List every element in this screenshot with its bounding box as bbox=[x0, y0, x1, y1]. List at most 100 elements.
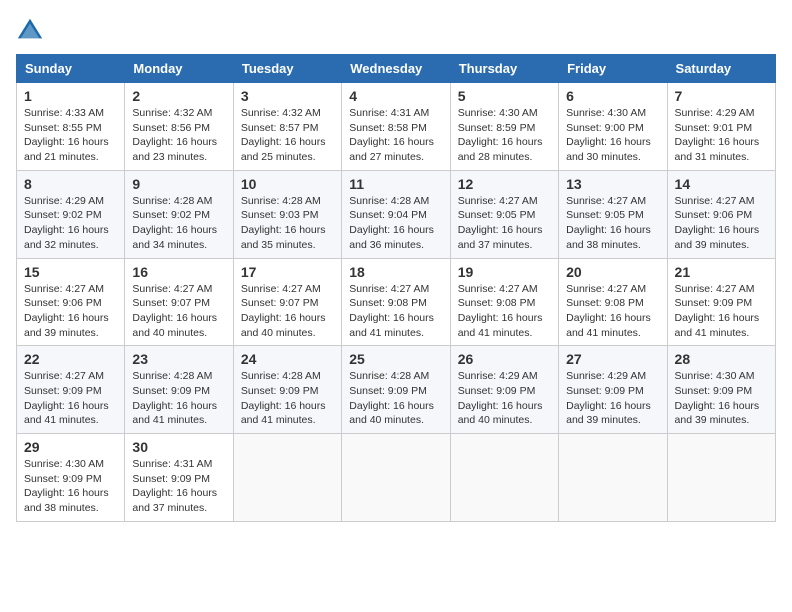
day-detail: Sunrise: 4:27 AM Sunset: 9:09 PM Dayligh… bbox=[24, 369, 117, 428]
calendar-cell: 5 Sunrise: 4:30 AM Sunset: 8:59 PM Dayli… bbox=[450, 83, 558, 171]
calendar-cell: 11 Sunrise: 4:28 AM Sunset: 9:04 PM Dayl… bbox=[342, 170, 450, 258]
day-detail: Sunrise: 4:29 AM Sunset: 9:01 PM Dayligh… bbox=[675, 106, 768, 165]
column-header-monday: Monday bbox=[125, 55, 233, 83]
calendar-table: SundayMondayTuesdayWednesdayThursdayFrid… bbox=[16, 54, 776, 522]
day-number: 21 bbox=[675, 264, 768, 280]
day-detail: Sunrise: 4:27 AM Sunset: 9:07 PM Dayligh… bbox=[241, 282, 334, 341]
day-number: 14 bbox=[675, 176, 768, 192]
day-number: 25 bbox=[349, 351, 442, 367]
day-number: 12 bbox=[458, 176, 551, 192]
day-number: 13 bbox=[566, 176, 659, 192]
column-header-tuesday: Tuesday bbox=[233, 55, 341, 83]
column-header-wednesday: Wednesday bbox=[342, 55, 450, 83]
calendar-cell: 10 Sunrise: 4:28 AM Sunset: 9:03 PM Dayl… bbox=[233, 170, 341, 258]
day-number: 17 bbox=[241, 264, 334, 280]
calendar-cell: 20 Sunrise: 4:27 AM Sunset: 9:08 PM Dayl… bbox=[559, 258, 667, 346]
day-number: 20 bbox=[566, 264, 659, 280]
day-detail: Sunrise: 4:33 AM Sunset: 8:55 PM Dayligh… bbox=[24, 106, 117, 165]
calendar-cell bbox=[559, 434, 667, 522]
logo-icon bbox=[16, 16, 44, 44]
day-number: 4 bbox=[349, 88, 442, 104]
day-detail: Sunrise: 4:31 AM Sunset: 8:58 PM Dayligh… bbox=[349, 106, 442, 165]
column-header-friday: Friday bbox=[559, 55, 667, 83]
day-number: 9 bbox=[132, 176, 225, 192]
day-number: 8 bbox=[24, 176, 117, 192]
day-detail: Sunrise: 4:32 AM Sunset: 8:56 PM Dayligh… bbox=[132, 106, 225, 165]
day-number: 19 bbox=[458, 264, 551, 280]
day-detail: Sunrise: 4:27 AM Sunset: 9:08 PM Dayligh… bbox=[566, 282, 659, 341]
day-detail: Sunrise: 4:28 AM Sunset: 9:03 PM Dayligh… bbox=[241, 194, 334, 253]
day-number: 16 bbox=[132, 264, 225, 280]
calendar-week-row: 15 Sunrise: 4:27 AM Sunset: 9:06 PM Dayl… bbox=[17, 258, 776, 346]
day-detail: Sunrise: 4:27 AM Sunset: 9:08 PM Dayligh… bbox=[458, 282, 551, 341]
day-number: 6 bbox=[566, 88, 659, 104]
day-number: 30 bbox=[132, 439, 225, 455]
calendar-cell: 18 Sunrise: 4:27 AM Sunset: 9:08 PM Dayl… bbox=[342, 258, 450, 346]
calendar-cell: 30 Sunrise: 4:31 AM Sunset: 9:09 PM Dayl… bbox=[125, 434, 233, 522]
column-header-sunday: Sunday bbox=[17, 55, 125, 83]
calendar-cell: 27 Sunrise: 4:29 AM Sunset: 9:09 PM Dayl… bbox=[559, 346, 667, 434]
column-header-saturday: Saturday bbox=[667, 55, 775, 83]
day-number: 2 bbox=[132, 88, 225, 104]
day-detail: Sunrise: 4:27 AM Sunset: 9:06 PM Dayligh… bbox=[675, 194, 768, 253]
day-detail: Sunrise: 4:29 AM Sunset: 9:09 PM Dayligh… bbox=[458, 369, 551, 428]
calendar-cell: 8 Sunrise: 4:29 AM Sunset: 9:02 PM Dayli… bbox=[17, 170, 125, 258]
calendar-cell: 6 Sunrise: 4:30 AM Sunset: 9:00 PM Dayli… bbox=[559, 83, 667, 171]
calendar-cell: 7 Sunrise: 4:29 AM Sunset: 9:01 PM Dayli… bbox=[667, 83, 775, 171]
day-detail: Sunrise: 4:28 AM Sunset: 9:02 PM Dayligh… bbox=[132, 194, 225, 253]
calendar-week-row: 29 Sunrise: 4:30 AM Sunset: 9:09 PM Dayl… bbox=[17, 434, 776, 522]
calendar-cell: 2 Sunrise: 4:32 AM Sunset: 8:56 PM Dayli… bbox=[125, 83, 233, 171]
day-detail: Sunrise: 4:30 AM Sunset: 9:09 PM Dayligh… bbox=[675, 369, 768, 428]
day-detail: Sunrise: 4:32 AM Sunset: 8:57 PM Dayligh… bbox=[241, 106, 334, 165]
day-number: 7 bbox=[675, 88, 768, 104]
calendar-cell: 15 Sunrise: 4:27 AM Sunset: 9:06 PM Dayl… bbox=[17, 258, 125, 346]
day-number: 23 bbox=[132, 351, 225, 367]
calendar-cell bbox=[342, 434, 450, 522]
calendar-cell bbox=[233, 434, 341, 522]
calendar-week-row: 1 Sunrise: 4:33 AM Sunset: 8:55 PM Dayli… bbox=[17, 83, 776, 171]
day-detail: Sunrise: 4:30 AM Sunset: 8:59 PM Dayligh… bbox=[458, 106, 551, 165]
calendar-cell: 3 Sunrise: 4:32 AM Sunset: 8:57 PM Dayli… bbox=[233, 83, 341, 171]
day-detail: Sunrise: 4:27 AM Sunset: 9:06 PM Dayligh… bbox=[24, 282, 117, 341]
day-detail: Sunrise: 4:30 AM Sunset: 9:00 PM Dayligh… bbox=[566, 106, 659, 165]
day-detail: Sunrise: 4:28 AM Sunset: 9:09 PM Dayligh… bbox=[132, 369, 225, 428]
logo bbox=[16, 16, 48, 44]
calendar-header-row: SundayMondayTuesdayWednesdayThursdayFrid… bbox=[17, 55, 776, 83]
day-detail: Sunrise: 4:28 AM Sunset: 9:04 PM Dayligh… bbox=[349, 194, 442, 253]
day-number: 10 bbox=[241, 176, 334, 192]
calendar-cell: 14 Sunrise: 4:27 AM Sunset: 9:06 PM Dayl… bbox=[667, 170, 775, 258]
calendar-cell: 9 Sunrise: 4:28 AM Sunset: 9:02 PM Dayli… bbox=[125, 170, 233, 258]
day-detail: Sunrise: 4:31 AM Sunset: 9:09 PM Dayligh… bbox=[132, 457, 225, 516]
day-detail: Sunrise: 4:28 AM Sunset: 9:09 PM Dayligh… bbox=[241, 369, 334, 428]
day-number: 29 bbox=[24, 439, 117, 455]
column-header-thursday: Thursday bbox=[450, 55, 558, 83]
calendar-cell: 26 Sunrise: 4:29 AM Sunset: 9:09 PM Dayl… bbox=[450, 346, 558, 434]
day-number: 26 bbox=[458, 351, 551, 367]
day-detail: Sunrise: 4:27 AM Sunset: 9:07 PM Dayligh… bbox=[132, 282, 225, 341]
day-number: 1 bbox=[24, 88, 117, 104]
calendar-cell: 24 Sunrise: 4:28 AM Sunset: 9:09 PM Dayl… bbox=[233, 346, 341, 434]
calendar-cell: 13 Sunrise: 4:27 AM Sunset: 9:05 PM Dayl… bbox=[559, 170, 667, 258]
day-number: 15 bbox=[24, 264, 117, 280]
calendar-cell: 25 Sunrise: 4:28 AM Sunset: 9:09 PM Dayl… bbox=[342, 346, 450, 434]
day-number: 5 bbox=[458, 88, 551, 104]
calendar-cell bbox=[450, 434, 558, 522]
calendar-cell: 28 Sunrise: 4:30 AM Sunset: 9:09 PM Dayl… bbox=[667, 346, 775, 434]
day-number: 11 bbox=[349, 176, 442, 192]
day-number: 22 bbox=[24, 351, 117, 367]
day-number: 27 bbox=[566, 351, 659, 367]
calendar-cell: 29 Sunrise: 4:30 AM Sunset: 9:09 PM Dayl… bbox=[17, 434, 125, 522]
page-header bbox=[16, 16, 776, 44]
day-number: 24 bbox=[241, 351, 334, 367]
calendar-cell bbox=[667, 434, 775, 522]
calendar-cell: 23 Sunrise: 4:28 AM Sunset: 9:09 PM Dayl… bbox=[125, 346, 233, 434]
day-detail: Sunrise: 4:27 AM Sunset: 9:08 PM Dayligh… bbox=[349, 282, 442, 341]
day-detail: Sunrise: 4:30 AM Sunset: 9:09 PM Dayligh… bbox=[24, 457, 117, 516]
day-detail: Sunrise: 4:27 AM Sunset: 9:05 PM Dayligh… bbox=[566, 194, 659, 253]
calendar-cell: 16 Sunrise: 4:27 AM Sunset: 9:07 PM Dayl… bbox=[125, 258, 233, 346]
day-detail: Sunrise: 4:29 AM Sunset: 9:09 PM Dayligh… bbox=[566, 369, 659, 428]
day-number: 18 bbox=[349, 264, 442, 280]
calendar-week-row: 8 Sunrise: 4:29 AM Sunset: 9:02 PM Dayli… bbox=[17, 170, 776, 258]
calendar-week-row: 22 Sunrise: 4:27 AM Sunset: 9:09 PM Dayl… bbox=[17, 346, 776, 434]
calendar-cell: 17 Sunrise: 4:27 AM Sunset: 9:07 PM Dayl… bbox=[233, 258, 341, 346]
